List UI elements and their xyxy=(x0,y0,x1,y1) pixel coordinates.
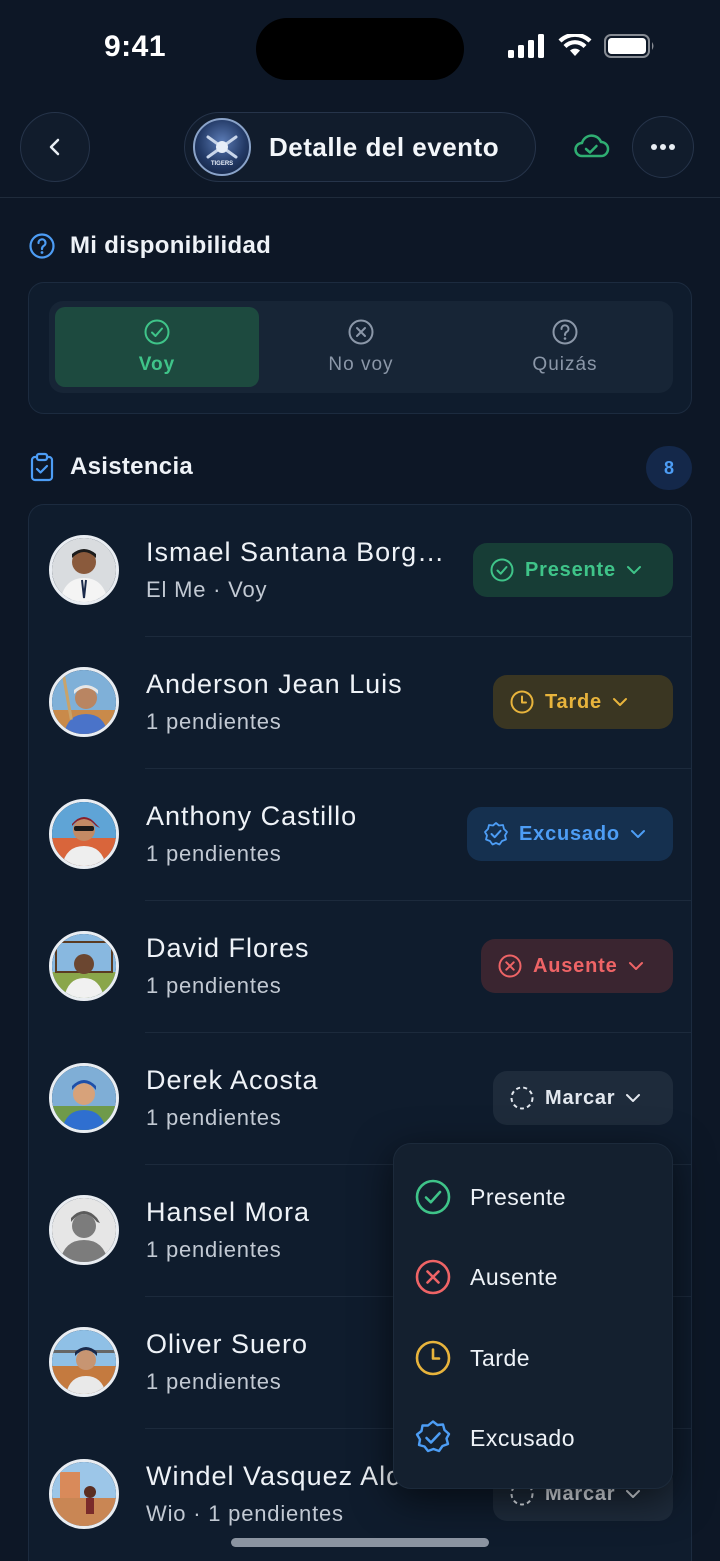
chevron-down-icon xyxy=(626,1490,641,1498)
avatar xyxy=(49,667,119,737)
player-name: Anthony Castillo xyxy=(146,801,358,831)
player-subtitle: El Me · Voy xyxy=(146,577,268,602)
cloud-synced-icon xyxy=(574,134,610,158)
menu-item-label: Tarde xyxy=(470,1344,531,1371)
player-subtitle: 1 pendientes xyxy=(146,1369,282,1394)
menu-item-label: Presente xyxy=(470,1183,567,1210)
availability-card: Voy No voy Quizás xyxy=(28,282,692,414)
status-dropdown-menu: Presente Ausente Tarde Excusado xyxy=(393,1143,673,1489)
status-dropdown-button[interactable]: Ausente xyxy=(481,939,673,993)
status-bar: 9:41 xyxy=(0,0,720,100)
status-label: Excusado xyxy=(519,822,620,845)
badge-check-icon xyxy=(484,822,508,846)
menu-item-presente[interactable]: Presente xyxy=(414,1167,566,1227)
status-time: 9:41 xyxy=(104,30,167,63)
avatar xyxy=(49,931,119,1001)
x-circle-icon xyxy=(415,1259,451,1295)
signal-icon xyxy=(508,34,544,58)
availability-option-label: Voy xyxy=(138,354,176,375)
player-name: Ismael Santana Borg… xyxy=(146,537,446,567)
team-logo: TIGERS xyxy=(193,118,251,176)
menu-item-tarde[interactable]: Tarde xyxy=(414,1328,530,1388)
player-subtitle: 1 pendientes xyxy=(146,709,282,734)
availability-title: Mi disponibilidad xyxy=(70,232,272,259)
avatar xyxy=(49,1195,119,1265)
chevron-down-icon xyxy=(626,566,641,574)
badge-check-icon xyxy=(415,1420,451,1453)
status-label: Marcar xyxy=(545,1086,616,1109)
list-item[interactable]: David Flores 1 pendientes Ausente xyxy=(29,901,691,1033)
player-name: Windel Vasquez Alc xyxy=(146,1461,401,1491)
x-circle-icon xyxy=(348,319,374,345)
chevron-down-icon xyxy=(626,1094,641,1102)
clipboard-check-icon xyxy=(30,452,54,482)
check-circle-icon xyxy=(144,319,170,345)
list-item[interactable]: Anderson Jean Luis 1 pendientes Tarde xyxy=(29,637,691,769)
chevron-left-icon xyxy=(49,138,60,156)
status-label: Ausente xyxy=(533,954,618,977)
status-dropdown-button[interactable]: Presente xyxy=(473,543,673,597)
availability-option-no-voy[interactable]: No voy xyxy=(259,307,463,387)
attendance-header: Asistencia xyxy=(28,452,193,482)
list-item[interactable]: Ismael Santana Borg… El Me · Voy Present… xyxy=(29,505,691,637)
back-button[interactable] xyxy=(20,112,90,182)
team-logo-text: TIGERS xyxy=(211,161,233,167)
status-label: Tarde xyxy=(545,690,602,713)
attendance-count-badge: 8 xyxy=(646,446,692,490)
availability-segmented-control: Voy No voy Quizás xyxy=(49,301,673,393)
player-subtitle: Wio · 1 pendientes xyxy=(146,1501,344,1526)
x-circle-icon xyxy=(498,954,522,978)
avatar xyxy=(49,535,119,605)
player-subtitle: 1 pendientes xyxy=(146,1237,282,1262)
player-subtitle: 1 pendientes xyxy=(146,841,282,866)
menu-item-label: Ausente xyxy=(470,1263,558,1290)
status-dropdown-button[interactable]: Excusado xyxy=(467,807,673,861)
availability-option-label: No voy xyxy=(328,354,394,375)
battery-icon xyxy=(604,34,654,58)
attendance-title: Asistencia xyxy=(70,453,194,480)
ellipsis-icon xyxy=(651,144,675,150)
menu-item-ausente[interactable]: Ausente xyxy=(414,1247,558,1307)
player-subtitle: 1 pendientes xyxy=(146,973,282,998)
avatar xyxy=(49,799,119,869)
chevron-down-icon xyxy=(630,830,645,838)
chevron-down-icon xyxy=(612,698,627,706)
avatar xyxy=(49,1327,119,1397)
player-name: David Flores xyxy=(146,933,310,963)
player-name: Derek Acosta xyxy=(146,1065,319,1095)
player-name: Oliver Suero xyxy=(146,1329,309,1359)
dynamic-island xyxy=(256,18,464,80)
check-circle-icon xyxy=(415,1179,451,1215)
availability-option-label: Quizás xyxy=(532,354,598,375)
wifi-icon xyxy=(558,34,592,56)
availability-option-quizas[interactable]: Quizás xyxy=(463,307,667,387)
dashed-circle-icon xyxy=(510,1086,534,1110)
clock-icon xyxy=(415,1340,451,1376)
availability-option-voy[interactable]: Voy xyxy=(55,307,259,387)
status-label: Presente xyxy=(525,558,616,581)
status-icons xyxy=(508,34,656,58)
status-dropdown-button[interactable]: Tarde xyxy=(493,675,673,729)
page-title: Detalle del evento xyxy=(269,131,500,162)
more-options-button[interactable] xyxy=(632,116,694,178)
player-name: Anderson Jean Luis xyxy=(146,669,403,699)
menu-item-excusado[interactable]: Excusado xyxy=(414,1408,575,1468)
menu-item-label: Excusado xyxy=(470,1424,576,1451)
availability-header: Mi disponibilidad xyxy=(28,232,271,260)
question-circle-icon xyxy=(29,233,55,259)
player-name: Hansel Mora xyxy=(146,1197,311,1227)
check-circle-icon xyxy=(490,558,514,582)
event-title-pill: TIGERS Detalle del evento xyxy=(184,112,536,182)
avatar xyxy=(49,1459,119,1529)
clock-icon xyxy=(510,690,534,714)
player-subtitle: 1 pendientes xyxy=(146,1105,282,1130)
list-item[interactable]: Anthony Castillo 1 pendientes Excusado xyxy=(29,769,691,901)
avatar xyxy=(49,1063,119,1133)
question-circle-icon xyxy=(552,319,578,345)
team-logo-icon: TIGERS xyxy=(206,135,238,167)
home-indicator xyxy=(231,1538,489,1547)
status-dropdown-button[interactable]: Marcar xyxy=(493,1071,673,1125)
navigation-bar: TIGERS Detalle del evento xyxy=(0,110,720,198)
chevron-down-icon xyxy=(628,962,643,970)
